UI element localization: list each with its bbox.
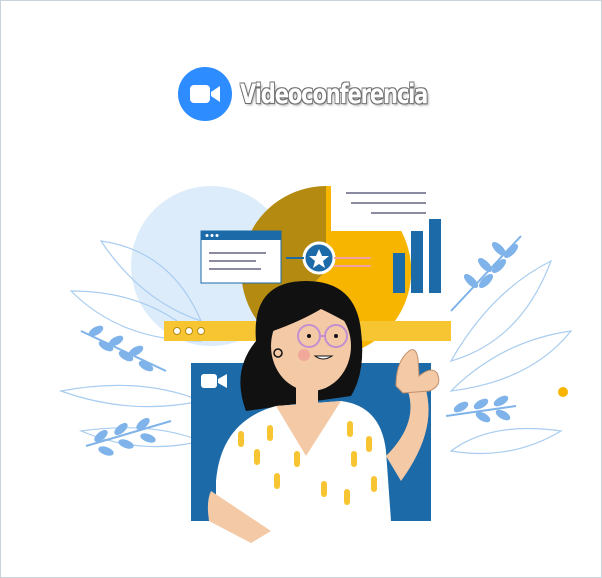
app-logo: Videoconferencia bbox=[178, 67, 480, 121]
browser-window-icon bbox=[200, 230, 282, 284]
right-leaves bbox=[449, 259, 573, 455]
page-frame: Videoconferencia bbox=[0, 0, 602, 578]
document-card-icon bbox=[331, 181, 441, 231]
videoconference-illustration bbox=[58, 181, 573, 543]
right-fern-icon bbox=[445, 235, 522, 423]
orange-dot bbox=[558, 387, 568, 397]
video-camera-icon bbox=[178, 67, 232, 121]
app-title: Videoconferencia bbox=[240, 78, 428, 110]
